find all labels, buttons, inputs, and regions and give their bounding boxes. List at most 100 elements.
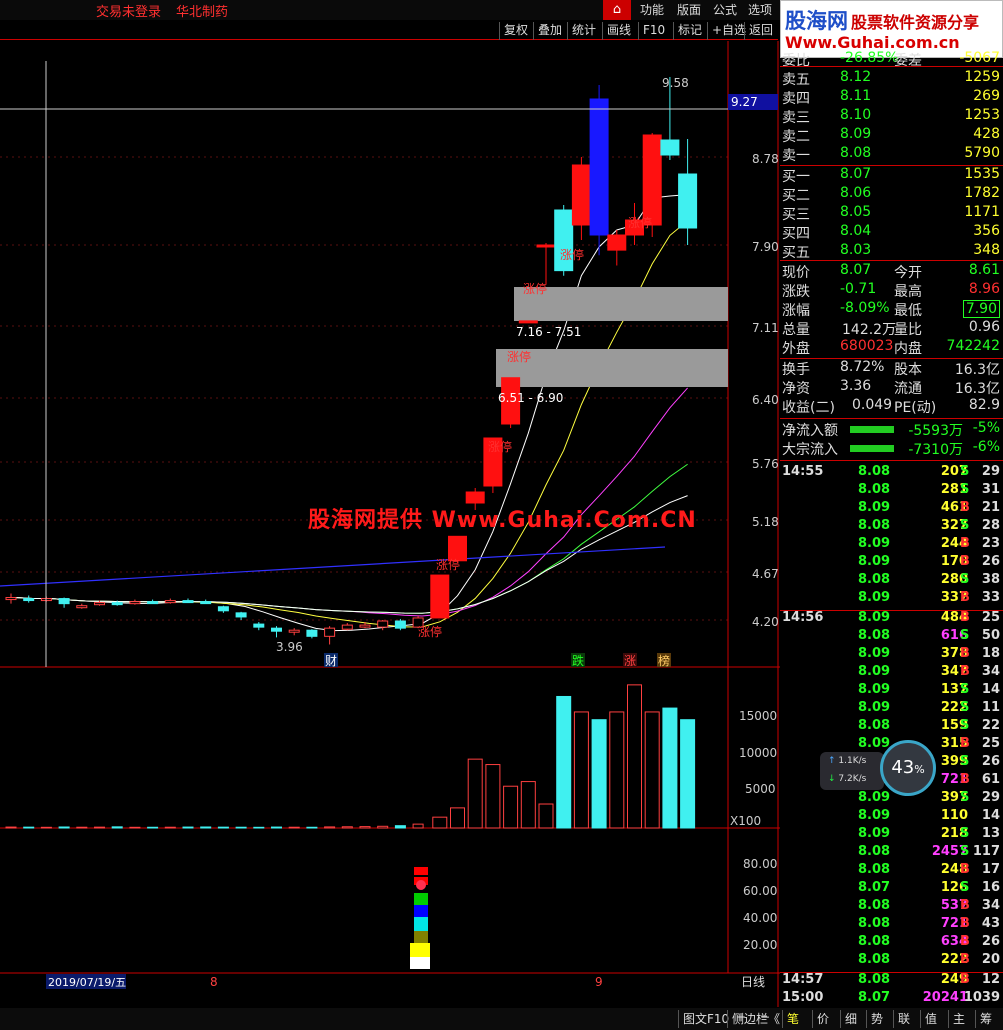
tick-row: 8.07 126 S 16 (780, 880, 1003, 898)
tb-back-button[interactable]: 返回 (744, 22, 777, 40)
tick-row: 8.08 281 S 31 (780, 482, 1003, 500)
login-status[interactable]: 交易未登录 (96, 1, 161, 20)
tick-side: B (960, 952, 970, 967)
stat-value: 82.9 (968, 397, 1000, 413)
ask-volume: 428 (973, 126, 1000, 142)
limit-up-label: 涨停 (507, 349, 531, 364)
tick-side: S (960, 790, 970, 805)
tick-price: 8.09 (858, 590, 891, 605)
tick-volume: 126 (940, 880, 968, 895)
ind-tick: 40.00 (743, 911, 777, 925)
ask-label: 卖一 (782, 148, 810, 164)
tick-count: 61 (981, 772, 1000, 787)
menu-function[interactable]: 功能 (640, 1, 664, 18)
bottom-tab[interactable]: 联 (893, 1010, 914, 1028)
tick-row: 8.08 616 S 50 (780, 628, 1003, 646)
bottom-tab[interactable]: 势 (866, 1010, 887, 1028)
menu-layout[interactable]: 版面 (677, 1, 701, 18)
tick-side: B (960, 646, 970, 661)
bottom-tab[interactable]: 侧边栏《 (727, 1010, 784, 1028)
volume-bar (467, 758, 483, 829)
tb-mark-button[interactable]: 标记 (673, 22, 706, 40)
bottom-tab[interactable]: 主 (948, 1010, 969, 1028)
stat-value: 16.3亿 (954, 362, 1000, 378)
volume-bar (662, 707, 678, 829)
tick-price: 8.08 (858, 844, 891, 859)
tb-overlay-button[interactable]: 叠加 (533, 22, 566, 40)
memory-percent[interactable]: 43% (880, 740, 936, 796)
tb-fuquan-button[interactable]: 复权 (499, 22, 532, 40)
tick-side: B (960, 934, 970, 949)
tick-count: 50 (981, 628, 1000, 643)
bid-label: 买二 (782, 188, 810, 204)
ma-line-10 (14, 220, 688, 628)
tb-f10-button[interactable]: F10 (638, 22, 669, 40)
bid-volume: 1535 (964, 166, 1000, 182)
bottom-tab[interactable]: 笔 (782, 1010, 803, 1028)
badge-fall: 跌 (572, 653, 584, 668)
home-icon[interactable]: ⌂ (603, 0, 631, 20)
flow-value: -7310万 (908, 442, 963, 458)
tick-volume: 337 (940, 590, 968, 605)
tick-count: 117 (972, 844, 1000, 859)
ask-label: 卖三 (782, 110, 810, 126)
tb-stats-button[interactable]: 统计 (567, 22, 600, 40)
bottom-tab[interactable]: 筹 (975, 1010, 996, 1028)
volume-bar (40, 826, 52, 829)
speed-box: ↑ 1.1K/s ↓ 7.2K/s (820, 752, 884, 790)
candle (253, 623, 265, 628)
flow-pct: -6% (972, 439, 1000, 455)
network-speed-widget[interactable]: ↑ 1.1K/s ↓ 7.2K/s 43% (820, 740, 936, 798)
bottom-tab[interactable]: 细 (840, 1010, 861, 1028)
logo-slogan: 股票软件资源分享 (851, 13, 980, 32)
tick-count: 26 (981, 754, 1000, 769)
menu-formula[interactable]: 公式 (713, 1, 737, 18)
bid-label: 买三 (782, 207, 810, 223)
tick-volume: 616 (940, 628, 968, 643)
bottom-tab[interactable]: 图文F10 (678, 1010, 733, 1028)
tick-side: B (960, 862, 970, 877)
tick-side: B (960, 916, 970, 931)
volume-bar (450, 807, 465, 829)
badge-rise: 涨 (624, 653, 636, 668)
candle (288, 629, 300, 633)
tb-draw-button[interactable]: 画线 (602, 22, 635, 40)
price-tick: 4.67 (752, 567, 779, 581)
tick-count: 29 (981, 464, 1000, 479)
ind-bar (414, 931, 428, 943)
candle (217, 606, 229, 612)
tick-count: 26 (981, 554, 1000, 569)
stat-value: 7.90 (962, 300, 1000, 318)
menu-options[interactable]: 选项 (748, 1, 772, 18)
tick-count: 22 (981, 718, 1000, 733)
ask-price: 8.11 (840, 88, 872, 104)
price-tick: 7.11 (752, 321, 779, 335)
stat-label: 最高 (894, 284, 922, 300)
tick-row: 8.09 347 B 34 (780, 664, 1003, 682)
bottom-tab[interactable]: 价 (812, 1010, 833, 1028)
volume-bar (147, 826, 159, 829)
bottom-tab[interactable]: 值 (920, 1010, 941, 1028)
tick-count: 16 (981, 880, 1000, 895)
tick-time: 15:00 (782, 990, 824, 1005)
ask-volume: 1253 (964, 107, 1000, 123)
candle (306, 629, 318, 637)
stat-value: 742242 (946, 338, 1000, 354)
tick-count: 26 (981, 934, 1000, 949)
stat-value: 16.3亿 (954, 381, 1000, 397)
price-tick: 5.76 (752, 457, 779, 471)
candle (607, 234, 627, 251)
limit-up-label: 涨停 (523, 281, 547, 296)
ask-price: 8.10 (840, 107, 872, 123)
gap-label-1: 7.16 - 7.51 (516, 325, 581, 339)
volume-bar (520, 781, 536, 829)
volume-bar (627, 684, 642, 829)
tick-time: 14:55 (782, 464, 824, 479)
volume-bar (377, 825, 389, 829)
tick-price: 8.08 (858, 952, 891, 967)
tick-volume: 461 (940, 500, 968, 515)
volume-bar (182, 826, 194, 829)
tick-row: 15:00 8.07 20241 1039 (780, 990, 1003, 1008)
tick-count: 21 (981, 500, 1000, 515)
logo-brand: 股海网 (785, 9, 848, 33)
